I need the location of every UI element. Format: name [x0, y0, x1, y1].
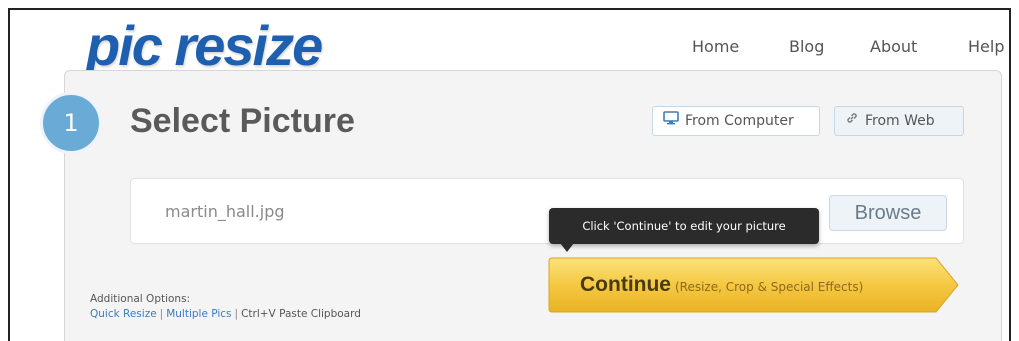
separator: | [159, 308, 164, 320]
nav-about-link[interactable]: About [870, 36, 917, 58]
nav-blog-link[interactable]: Blog [789, 36, 824, 58]
nav-home-link[interactable]: Home [692, 36, 739, 58]
continue-button[interactable]: Continue (Resize, Crop & Special Effects) [548, 256, 960, 314]
paste-clipboard-hint: Ctrl+V Paste Clipboard [241, 308, 361, 320]
monitor-icon [663, 107, 679, 135]
continue-tooltip: Click 'Continue' to edit your picture [549, 208, 819, 244]
additional-options-heading: Additional Options: [90, 293, 191, 305]
continue-sublabel: (Resize, Crop & Special Effects) [674, 280, 864, 294]
continue-label: Continue [580, 273, 671, 296]
page-title: Select Picture [130, 102, 355, 140]
from-web-label: From Web [865, 113, 935, 129]
selected-filename: martin_hall.jpg [165, 202, 285, 221]
step-number-badge: 1 [40, 92, 102, 154]
top-nav: Home Blog About Help [0, 36, 1019, 60]
additional-options-links: Quick Resize | Multiple Pics | Ctrl+V Paste … [90, 307, 361, 322]
file-select-box[interactable]: martin_hall.jpg Browse [130, 178, 964, 244]
tooltip-arrow [560, 243, 574, 252]
from-web-button[interactable]: From Web [834, 106, 964, 136]
quick-resize-link[interactable]: Quick Resize [90, 308, 157, 320]
nav-help-link[interactable]: Help [968, 36, 1004, 58]
link-icon [845, 107, 859, 135]
browse-button[interactable]: Browse [829, 195, 947, 231]
additional-options: Additional Options: Quick Resize | Multipl… [90, 292, 361, 322]
separator: | [234, 308, 239, 320]
from-computer-label: From Computer [685, 113, 794, 129]
from-computer-button[interactable]: From Computer [652, 106, 820, 136]
multiple-pics-link[interactable]: Multiple Pics [166, 308, 231, 320]
